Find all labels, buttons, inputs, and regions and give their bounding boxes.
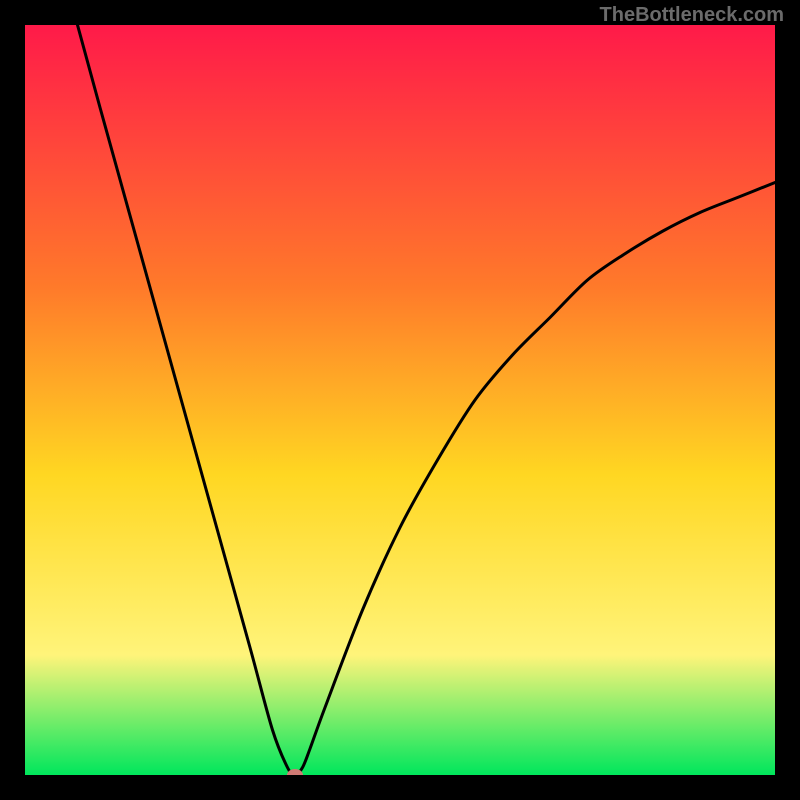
chart-frame: TheBottleneck.com — [0, 0, 800, 800]
gradient-background — [25, 25, 775, 775]
plot-area — [25, 25, 775, 775]
watermark-text: TheBottleneck.com — [600, 4, 784, 27]
bottleneck-chart — [25, 25, 775, 775]
